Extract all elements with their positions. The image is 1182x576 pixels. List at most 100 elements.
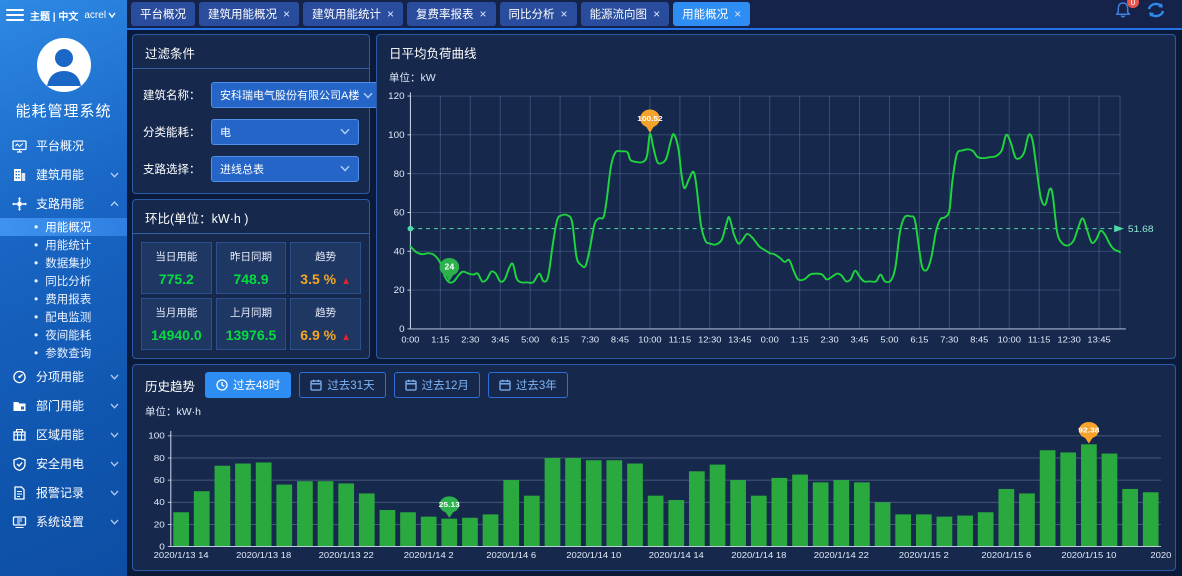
select-value: 安科瑞电气股份有限公司A楼 — [220, 87, 359, 103]
branch-icon — [12, 197, 27, 211]
tab-close-icon[interactable]: × — [283, 8, 290, 20]
energy-type-select[interactable]: 电 — [211, 119, 359, 145]
svg-text:100: 100 — [148, 432, 165, 441]
hamburger-menu-icon[interactable] — [6, 6, 24, 24]
tab-label: 复费率报表 — [416, 6, 474, 22]
sidebar-item-label: 支路用能 — [36, 195, 101, 212]
tab-4[interactable]: 同比分析× — [500, 2, 577, 26]
sidebar-item-0[interactable]: 平台概况 — [0, 131, 127, 160]
tab-label: 能源流向图 — [590, 6, 648, 22]
svg-text:0:00: 0:00 — [761, 335, 779, 345]
sidebar-subitem-2-0[interactable]: •用能概况 — [0, 218, 127, 236]
sidebar-subitem-label: 费用报表 — [45, 291, 91, 307]
sidebar-subitem-2-6[interactable]: •夜间能耗 — [0, 326, 127, 344]
circuit-select[interactable]: 进线总表 — [211, 156, 359, 182]
history-panel: 历史趋势 过去48时过去31天过去12月 过去3年 单位：kW·h 0204060… — [132, 364, 1176, 571]
filter-body: 建筑名称：安科瑞电气股份有限公司A楼分类能耗：电支路选择：进线总表 — [133, 71, 369, 193]
history-title: 历史趋势 — [145, 376, 195, 395]
chevron-icon — [110, 519, 119, 525]
region-icon — [12, 428, 27, 442]
svg-text:5:00: 5:00 — [521, 335, 539, 345]
load-curve-chart: 0204060801001200:001:152:303:455:006:157… — [377, 85, 1175, 358]
sidebar-item-2[interactable]: 支路用能 — [0, 189, 127, 218]
tab-5[interactable]: 能源流向图 × — [581, 2, 670, 26]
stat-cell-0-2: 趋势3.5 %▲ — [290, 242, 361, 294]
stat-label: 趋势 — [315, 305, 336, 320]
svg-text:11:15: 11:15 — [1028, 335, 1051, 345]
svg-text:2020/1/13 22: 2020/1/13 22 — [319, 551, 374, 560]
tab-close-icon[interactable]: × — [734, 8, 741, 20]
sidebar-item-1[interactable]: 建筑用能 — [0, 160, 127, 189]
sidebar-item-label: 部门用能 — [36, 397, 101, 414]
refresh-button[interactable] — [1146, 1, 1166, 24]
sidebar-subitem-2-2[interactable]: •数据集抄 — [0, 254, 127, 272]
sidebar-subitem-2-5[interactable]: •配电监测 — [0, 308, 127, 326]
history-range-label: 过去3年 — [516, 377, 557, 393]
filter-field-1: 分类能耗： 电 — [143, 119, 359, 145]
tab-1[interactable]: 建筑用能概况× — [199, 2, 299, 26]
history-range-button-1[interactable]: 过去31天 — [299, 372, 385, 398]
ratio-panel-title: 环比(单位：kW·h ) — [133, 200, 369, 234]
svg-text:1:15: 1:15 — [431, 335, 449, 345]
sidebar-subitem-2-7[interactable]: •参数查询 — [0, 344, 127, 362]
stat-label: 趋势 — [315, 249, 336, 264]
sidebar-item-4[interactable]: 部门用能 — [0, 391, 127, 420]
compass-icon — [12, 370, 27, 384]
app-root: 主题 | 中文 acrel 能耗管理系统 平台概况建筑用能支路用能•用能概况•用… — [0, 0, 1182, 576]
history-header: 历史趋势 过去48时过去31天过去12月 过去3年 — [133, 365, 1175, 402]
sidebar-subitem-2-3[interactable]: •同比分析 — [0, 272, 127, 290]
sidebar-subitem-2-4[interactable]: • 费用报表 — [0, 290, 127, 308]
username-label: acrel — [84, 10, 106, 21]
sidebar-item-5[interactable]: 区域用能 — [0, 420, 127, 449]
shield-icon — [12, 457, 27, 471]
bullet-icon: • — [34, 257, 38, 269]
user-menu[interactable]: acrel — [84, 10, 116, 21]
history-range-button-0[interactable]: 过去48时 — [205, 372, 291, 398]
building-name-select[interactable]: 安科瑞电气股份有限公司A楼 — [211, 82, 382, 108]
tab-2[interactable]: 建筑用能统计× — [303, 2, 403, 26]
theme-language-label[interactable]: 主题 | 中文 — [30, 8, 78, 23]
svg-text:2020/1/14 22: 2020/1/14 22 — [814, 551, 869, 560]
svg-text:10:00: 10:00 — [998, 335, 1021, 345]
chevron-icon — [110, 403, 119, 409]
svg-text:40: 40 — [394, 246, 405, 257]
tab-0[interactable]: 平台概况 — [131, 2, 195, 26]
tab-close-icon[interactable]: × — [561, 8, 568, 20]
sidebar-item-label: 安全用电 — [36, 455, 101, 472]
svg-text:2020/1/14 6: 2020/1/14 6 — [486, 551, 536, 560]
refresh-icon — [1146, 1, 1166, 19]
tab-3[interactable]: 复费率报表 × — [407, 2, 496, 26]
sidebar-item-3[interactable]: 分项用能 — [0, 362, 127, 391]
filter-field-label: 分类能耗： — [143, 124, 205, 140]
sidebar-item-label: 平台概况 — [36, 137, 119, 154]
stat-label: 当日用能 — [155, 249, 197, 264]
sidebar-item-label: 分项用能 — [36, 368, 101, 385]
filter-field-2: 支路选择：进线总表 — [143, 156, 359, 182]
stat-cell-0-0: 当日用能 775.2 — [141, 242, 212, 294]
svg-text:13:45: 13:45 — [1087, 335, 1110, 345]
bullet-icon: • — [34, 293, 38, 305]
svg-text:7:30: 7:30 — [581, 335, 599, 345]
stat-value: 775.2 — [159, 271, 194, 287]
history-range-button-3[interactable]: 过去3年 — [488, 372, 568, 398]
tab-close-icon[interactable]: × — [480, 8, 487, 20]
history-range-button-2[interactable]: 过去12月 — [394, 372, 480, 398]
top-icons: 0 — [1114, 1, 1178, 28]
tab-close-icon[interactable]: × — [653, 8, 660, 20]
sidebar-item-label: 建筑用能 — [36, 166, 101, 183]
sidebar-item-6[interactable]: 安全用电 — [0, 449, 127, 478]
sidebar-item-7[interactable]: 报警记录 — [0, 478, 127, 507]
building-icon — [12, 168, 27, 182]
notifications-button[interactable]: 0 — [1114, 1, 1132, 24]
svg-text:60: 60 — [394, 207, 405, 218]
history-unit-label: 单位：kW·h — [133, 402, 1175, 419]
svg-text:60: 60 — [154, 476, 165, 485]
sidebar-subitem-label: 参数查询 — [45, 345, 91, 361]
settings-icon — [12, 515, 27, 529]
tab-6[interactable]: 用能概况× — [673, 2, 750, 26]
sidebar-subitem-2-1[interactable]: •用能统计 — [0, 236, 127, 254]
history-bar-chart: 0204060801002020/1/13 142020/1/13 182020… — [133, 419, 1175, 570]
sidebar-item-8[interactable]: 系统设置 — [0, 507, 127, 536]
svg-text:2020/1/15: 2020/1/15 — [1150, 551, 1171, 560]
tab-close-icon[interactable]: × — [387, 8, 394, 20]
